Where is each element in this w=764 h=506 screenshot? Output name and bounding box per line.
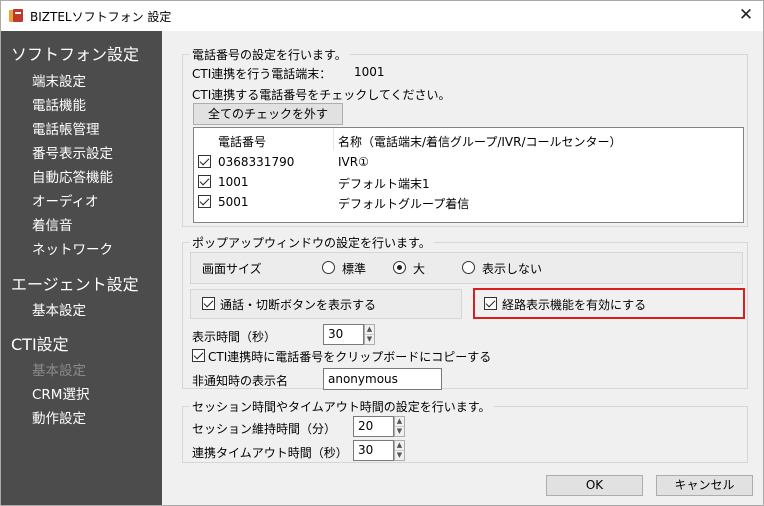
session-keep-label: セッション維持時間（分）: [192, 422, 337, 436]
copy-clipboard-checkbox[interactable]: [192, 349, 205, 362]
cti-terminal-label: CTI連携を行う電話端末：: [192, 67, 332, 81]
anonymous-input[interactable]: anonymous: [323, 368, 442, 390]
anonymous-label: 非通知時の表示名: [192, 374, 289, 388]
column-header-name[interactable]: 名称（電話端末/着信グループ/IVR/コールセンター）: [338, 133, 622, 150]
copy-clipboard-label[interactable]: CTI連携時に電話番号をクリップボードにコピーする: [208, 348, 491, 365]
radio-standard-label[interactable]: 標準: [342, 260, 366, 277]
row-name: デフォルトグループ着信: [338, 197, 470, 211]
row-checkbox[interactable]: [198, 175, 211, 188]
phone-group-legend: 電話番号の設定を行います。: [189, 46, 350, 63]
cancel-button[interactable]: キャンセル: [656, 475, 753, 496]
row-name: IVR①: [338, 155, 369, 169]
sidebar-item-auto-answer[interactable]: 自動応答機能: [32, 166, 113, 186]
spin-down-icon[interactable]: ▼: [395, 427, 404, 437]
spin-up-icon[interactable]: ▲: [365, 325, 374, 335]
session-keep-stepper[interactable]: ▲ ▼: [394, 416, 405, 437]
ok-button[interactable]: OK: [546, 475, 643, 496]
display-time-label: 表示時間（秒）: [192, 330, 277, 344]
route-display-label[interactable]: 経路表示機能を有効にする: [502, 296, 646, 313]
sidebar-item-ringtone[interactable]: 着信音: [32, 214, 73, 234]
session-keep-input[interactable]: 20: [353, 416, 394, 437]
screen-size-label: 画面サイズ: [202, 262, 262, 276]
sidebar-item-terminal[interactable]: 端末設定: [32, 70, 86, 90]
list-item[interactable]: 0368331790 IVR①: [194, 152, 743, 172]
link-timeout-input[interactable]: 30: [353, 440, 394, 461]
row-number: 1001: [218, 175, 249, 189]
settings-window: BIZTELソフトフォン 設定 ✕ ソフトフォン設定 端末設定 電話機能 電話帳…: [0, 0, 764, 506]
sidebar-item-crm[interactable]: CRM選択: [32, 383, 89, 403]
display-time-stepper[interactable]: ▲ ▼: [364, 324, 375, 345]
spin-up-icon[interactable]: ▲: [395, 441, 404, 451]
sidebar-section-agent[interactable]: エージェント設定: [11, 271, 139, 295]
sidebar-item-network[interactable]: ネットワーク: [32, 238, 113, 258]
show-call-button-label[interactable]: 通話・切断ボタンを表示する: [220, 296, 376, 313]
radio-large[interactable]: [393, 261, 406, 274]
row-number: 0368331790: [218, 155, 295, 169]
uncheck-all-button[interactable]: 全てのチェックを外す: [193, 103, 343, 125]
row-number: 5001: [218, 195, 249, 209]
sidebar: ソフトフォン設定 端末設定 電話機能 電話帳管理 番号表示設定 自動応答機能 オ…: [1, 31, 162, 505]
main-panel: 電話番号の設定を行います。 CTI連携を行う電話端末： 1001 CTI連携する…: [162, 31, 763, 505]
column-divider: [333, 128, 334, 150]
cti-terminal-value: 1001: [354, 65, 385, 79]
column-header-number[interactable]: 電話番号: [218, 133, 266, 150]
sidebar-item-phone-function[interactable]: 電話機能: [32, 94, 86, 114]
session-group-legend: セッション時間やタイムアウト時間の設定を行います。: [189, 398, 494, 415]
phone-instruction: CTI連携する電話番号をチェックしてください。: [192, 88, 451, 102]
row-name: デフォルト端末1: [338, 177, 430, 191]
route-display-checkbox[interactable]: [484, 297, 497, 310]
close-icon[interactable]: ✕: [729, 1, 763, 31]
show-call-button-checkbox[interactable]: [202, 297, 215, 310]
sidebar-item-number-display[interactable]: 番号表示設定: [32, 142, 113, 162]
spin-down-icon[interactable]: ▼: [395, 451, 404, 461]
popup-group-legend: ポップアップウィンドウの設定を行います。: [189, 234, 434, 251]
window-title: BIZTELソフトフォン 設定: [30, 10, 172, 24]
app-icon: [9, 9, 23, 22]
spin-up-icon[interactable]: ▲: [395, 417, 404, 427]
sidebar-item-behavior[interactable]: 動作設定: [32, 407, 86, 427]
list-item[interactable]: 1001 デフォルト端末1: [194, 172, 743, 192]
sidebar-section-cti[interactable]: CTI設定: [11, 331, 69, 355]
radio-hidden-label[interactable]: 表示しない: [482, 260, 542, 277]
sidebar-item-cti-basic: 基本設定: [32, 363, 86, 379]
phone-number-list: 電話番号 名称（電話端末/着信グループ/IVR/コールセンター） 0368331…: [193, 127, 744, 223]
sidebar-item-phonebook[interactable]: 電話帳管理: [32, 118, 100, 138]
vertical-scrollbar[interactable]: [753, 31, 763, 505]
sidebar-section-softphone[interactable]: ソフトフォン設定: [11, 41, 139, 65]
sidebar-item-audio[interactable]: オーディオ: [32, 190, 99, 210]
title-bar: BIZTELソフトフォン 設定 ✕: [1, 1, 763, 31]
radio-large-label[interactable]: 大: [413, 260, 425, 277]
radio-hidden[interactable]: [462, 261, 475, 274]
sidebar-item-agent-basic[interactable]: 基本設定: [32, 299, 86, 319]
radio-standard[interactable]: [322, 261, 335, 274]
row-checkbox[interactable]: [198, 155, 211, 168]
list-item[interactable]: 5001 デフォルトグループ着信: [194, 192, 743, 212]
link-timeout-stepper[interactable]: ▲ ▼: [394, 440, 405, 461]
row-checkbox[interactable]: [198, 195, 211, 208]
display-time-input[interactable]: 30: [323, 324, 364, 345]
spin-down-icon[interactable]: ▼: [365, 335, 374, 345]
link-timeout-label: 連携タイムアウト時間（秒）: [192, 446, 348, 460]
